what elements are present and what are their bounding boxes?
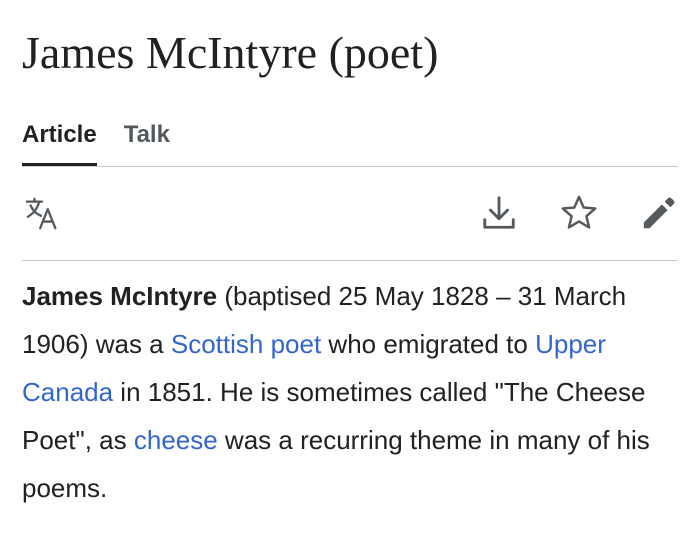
link-cheese[interactable]: cheese xyxy=(134,425,218,455)
article-page: James McIntyre (poet) Article Talk James… xyxy=(0,0,700,538)
page-toolbar xyxy=(22,166,678,261)
article-subject: James McIntyre xyxy=(22,281,218,311)
link-scottish-poet[interactable]: Scottish poet xyxy=(171,329,321,359)
article-lead-paragraph: James McIntyre (baptised 25 May 1828 – 3… xyxy=(22,272,682,512)
edit-icon[interactable] xyxy=(640,194,678,232)
download-icon[interactable] xyxy=(480,194,518,232)
language-icon[interactable] xyxy=(24,194,62,232)
tab-article[interactable]: Article xyxy=(22,108,97,166)
page-title: James McIntyre (poet) xyxy=(22,27,439,78)
star-icon[interactable] xyxy=(560,194,598,232)
lead-text-2: who emigrated to xyxy=(321,329,536,359)
tab-talk[interactable]: Talk xyxy=(124,108,170,166)
namespace-tabs: Article Talk xyxy=(22,108,678,167)
